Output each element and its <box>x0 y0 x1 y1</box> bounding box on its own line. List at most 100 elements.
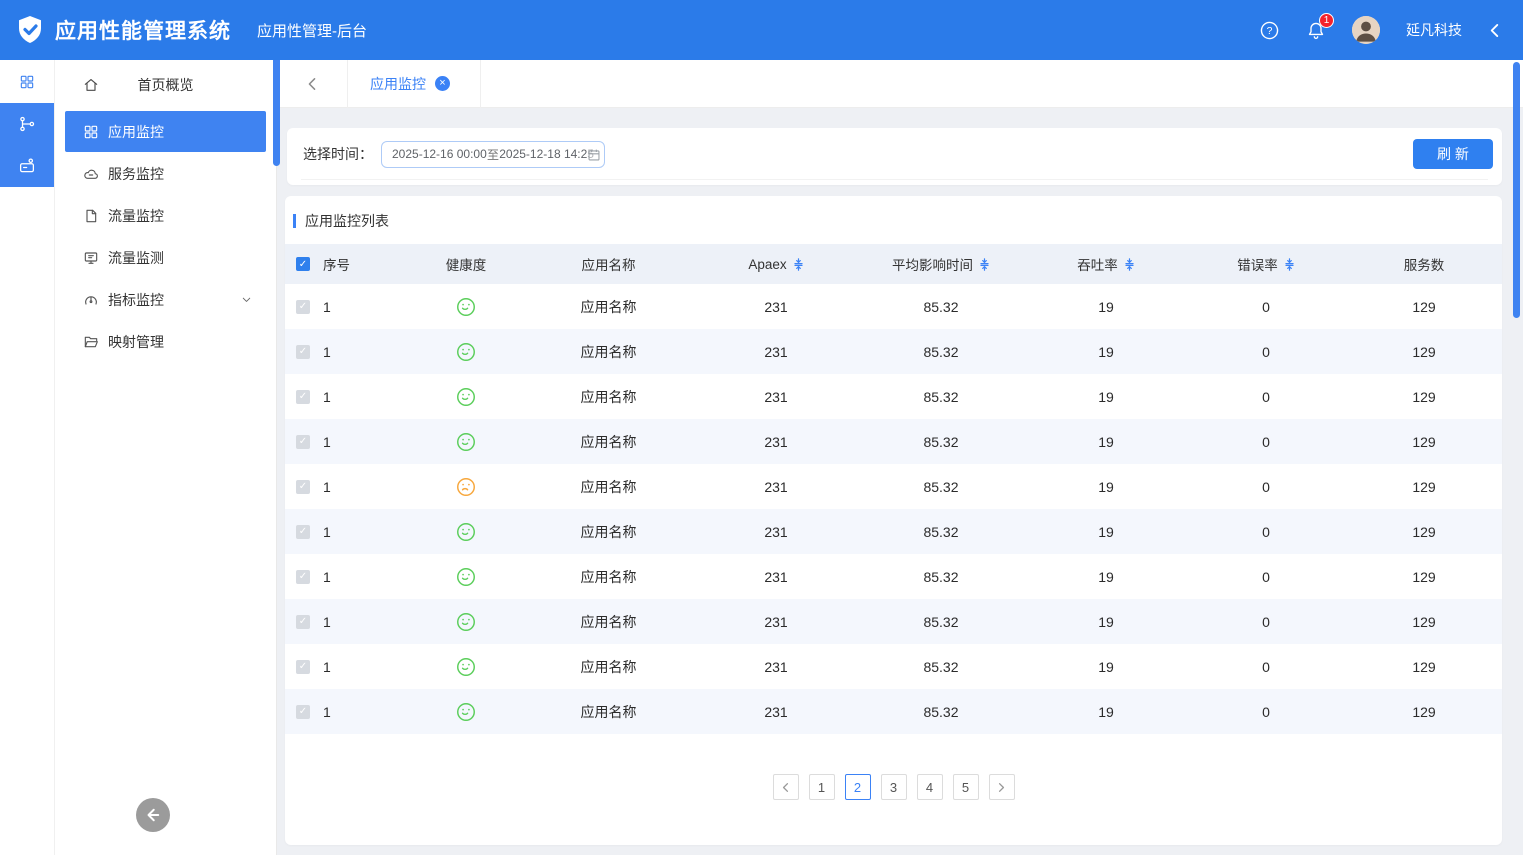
collapse-sidebar-button[interactable] <box>136 798 170 832</box>
cell-throughput: 19 <box>1026 344 1186 360</box>
sidebar-item-流量监测[interactable]: 流量监测 <box>65 237 266 278</box>
page-button-1[interactable]: 1 <box>809 774 835 800</box>
left-scrollbar-thumb[interactable] <box>273 60 280 166</box>
row-checkbox[interactable]: ✓ <box>296 525 310 539</box>
cell-apaex: 231 <box>696 344 856 360</box>
cell-throughput: 19 <box>1026 569 1186 585</box>
row-checkbox[interactable]: ✓ <box>296 480 310 494</box>
refresh-button[interactable]: 刷 新 <box>1413 139 1493 169</box>
sidebar-item-label: 指标监控 <box>108 290 164 310</box>
cell-error-rate: 0 <box>1186 704 1346 720</box>
help-icon[interactable]: ? <box>1259 20 1280 41</box>
cell-seq: 1 <box>321 614 411 630</box>
sort-icon[interactable] <box>793 258 804 271</box>
sidebar-menu: 首页概览 应用监控 服务监控 流量监控 流量监测 指标监控 映射管理 <box>55 60 276 362</box>
table-row: ✓1应用名称23185.32190129 <box>285 464 1502 509</box>
sidebar-item-指标监控[interactable]: 指标监控 <box>65 279 266 320</box>
cell-apaex: 231 <box>696 299 856 315</box>
tab-close-icon[interactable]: × <box>435 76 450 91</box>
sidebar-item-映射管理[interactable]: 映射管理 <box>65 321 266 362</box>
health-smile-icon <box>411 611 521 633</box>
tab-app-monitoring[interactable]: 应用监控 × <box>348 60 480 108</box>
row-checkbox[interactable]: ✓ <box>296 615 310 629</box>
table-row: ✓1应用名称23185.32190129 <box>285 554 1502 599</box>
home-icon <box>83 77 99 93</box>
table-row: ✓1应用名称23185.32190129 <box>285 329 1502 374</box>
column-header-平均影响时间[interactable]: 平均影响时间 <box>856 254 1026 274</box>
avatar[interactable] <box>1352 16 1380 44</box>
page-button-5[interactable]: 5 <box>953 774 979 800</box>
row-checkbox[interactable]: ✓ <box>296 300 310 314</box>
cell-service-count: 129 <box>1346 704 1502 720</box>
page-button-3[interactable]: 3 <box>881 774 907 800</box>
row-checkbox[interactable]: ✓ <box>296 660 310 674</box>
folder-icon <box>83 334 99 350</box>
health-smile-icon <box>411 296 521 318</box>
health-smile-icon <box>411 386 521 408</box>
health-smile-icon <box>411 566 521 588</box>
cell-apaex: 231 <box>696 389 856 405</box>
row-checkbox[interactable]: ✓ <box>296 390 310 404</box>
row-checkbox[interactable]: ✓ <box>296 705 310 719</box>
table-row: ✓1应用名称23185.32190129 <box>285 599 1502 644</box>
pagination: 12345 <box>285 774 1502 800</box>
cell-throughput: 19 <box>1026 434 1186 450</box>
sidebar-item-应用监控[interactable]: 应用监控 <box>65 111 266 152</box>
cell-throughput: 19 <box>1026 704 1186 720</box>
sidebar-item-overview[interactable]: 首页概览 <box>55 60 276 110</box>
column-header-序号: 序号 <box>321 254 411 274</box>
health-frown-icon <box>411 476 521 498</box>
cell-apaex: 231 <box>696 479 856 495</box>
cell-seq: 1 <box>321 299 411 315</box>
sidebar-item-label: 服务监控 <box>108 164 164 184</box>
cell-throughput: 19 <box>1026 299 1186 315</box>
page-button-2[interactable]: 2 <box>845 774 871 800</box>
cell-avg-impact-time: 85.32 <box>856 344 1026 360</box>
sidebar-item-label: 流量监测 <box>108 248 164 268</box>
date-range-input[interactable]: 2025-12-16 00:00 至 2025-12-18 14:25 <box>381 141 605 168</box>
monitor-icon <box>83 250 99 266</box>
cell-app-name: 应用名称 <box>521 342 696 362</box>
health-smile-icon <box>411 656 521 678</box>
column-header-错误率[interactable]: 错误率 <box>1186 254 1346 274</box>
cell-avg-impact-time: 85.32 <box>856 614 1026 630</box>
sidebar-item-label: 应用监控 <box>108 122 164 142</box>
sidebar-item-服务监控[interactable]: 服务监控 <box>65 153 266 194</box>
row-checkbox[interactable]: ✓ <box>296 435 310 449</box>
cell-apaex: 231 <box>696 614 856 630</box>
prev-page-button[interactable] <box>773 774 799 800</box>
cell-avg-impact-time: 85.32 <box>856 659 1026 675</box>
svg-text:?: ? <box>1267 25 1273 37</box>
tabs-scroll-left-icon[interactable] <box>277 77 347 91</box>
table-row: ✓1应用名称23185.32190129 <box>285 419 1502 464</box>
sidebar-item-流量监控[interactable]: 流量监控 <box>65 195 266 236</box>
end-date-value: 2025-12-18 14:25 <box>499 147 594 161</box>
cell-error-rate: 0 <box>1186 479 1346 495</box>
page-button-4[interactable]: 4 <box>917 774 943 800</box>
notification-bell-icon[interactable]: 1 <box>1306 20 1326 41</box>
cell-apaex: 231 <box>696 659 856 675</box>
cell-throughput: 19 <box>1026 614 1186 630</box>
next-page-button[interactable] <box>989 774 1015 800</box>
right-scrollbar-thumb[interactable] <box>1513 62 1520 318</box>
module-card-icon[interactable] <box>0 145 54 187</box>
select-all-checkbox[interactable]: ✓ <box>296 257 310 271</box>
column-header-吞吐率[interactable]: 吞吐率 <box>1026 254 1186 274</box>
table-row: ✓1应用名称23185.32190129 <box>285 644 1502 689</box>
cell-avg-impact-time: 85.32 <box>856 479 1026 495</box>
chevron-down-icon[interactable] <box>240 293 253 306</box>
date-separator: 至 <box>487 146 499 163</box>
sort-icon[interactable] <box>1284 258 1295 271</box>
module-branch-icon[interactable] <box>0 103 54 145</box>
row-checkbox[interactable]: ✓ <box>296 345 310 359</box>
sidebar-item-label: 映射管理 <box>108 332 164 352</box>
sort-icon[interactable] <box>979 258 990 271</box>
app-logo: 应用性能管理系统 <box>14 14 231 46</box>
file-icon <box>83 208 99 224</box>
sort-icon[interactable] <box>1124 258 1135 271</box>
collapse-chevron-icon[interactable] <box>1488 23 1501 38</box>
module-grid-icon[interactable] <box>0 60 54 103</box>
cell-avg-impact-time: 85.32 <box>856 704 1026 720</box>
row-checkbox[interactable]: ✓ <box>296 570 310 584</box>
column-header-Apaex[interactable]: Apaex <box>696 257 856 272</box>
